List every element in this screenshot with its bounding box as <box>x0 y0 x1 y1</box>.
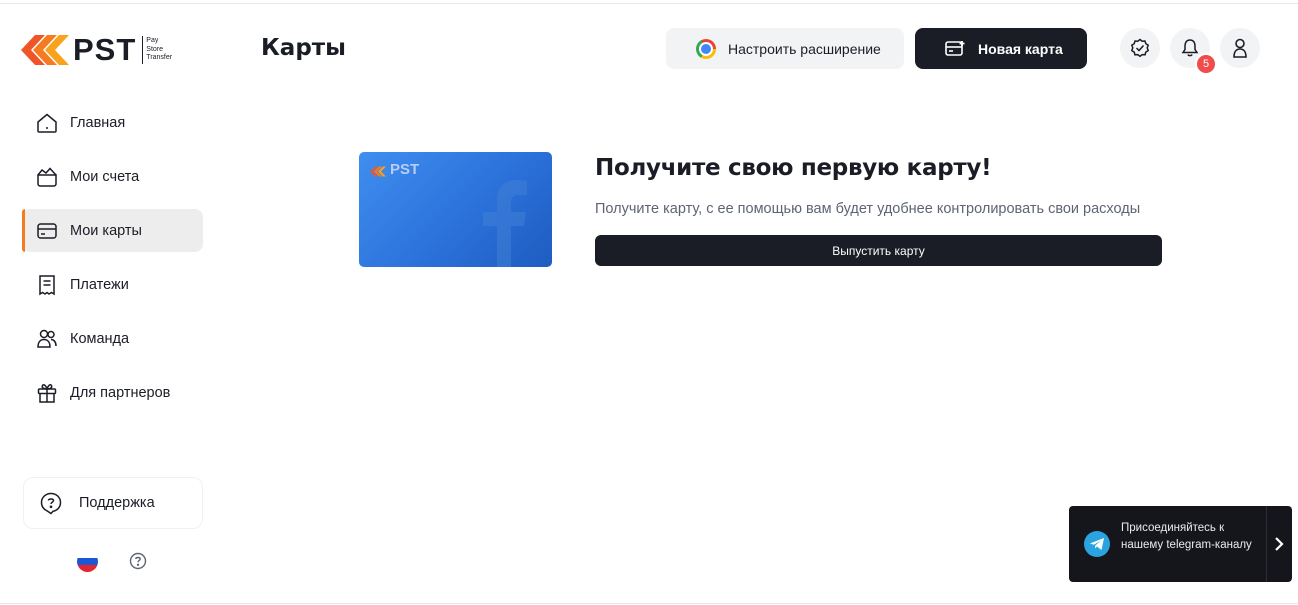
sidebar-item-payments[interactable]: Платежи <box>22 263 203 306</box>
sidebar-item-label: Мои карты <box>70 222 142 239</box>
notification-count-badge: 5 <box>1195 53 1217 75</box>
sidebar-item-label: Платежи <box>70 276 129 293</box>
telegram-widget[interactable]: Присоединяйтесь к нашему telegram-каналу <box>1069 506 1292 582</box>
logo-mark-icon <box>21 33 73 67</box>
telegram-icon <box>1084 531 1110 557</box>
wallet-icon <box>37 166 57 187</box>
sidebar-item-label: Мои счета <box>70 168 140 185</box>
telegram-widget-divider <box>1266 506 1267 582</box>
sidebar: Главная Мои счета Мои карты Платежи Кома… <box>22 101 203 425</box>
tagline-line: Transfer <box>146 54 173 62</box>
card-illustration: PST <box>359 152 552 267</box>
verified-button[interactable] <box>1120 28 1160 68</box>
card-brand-text: PST <box>390 161 420 178</box>
top-divider <box>0 3 1298 4</box>
sidebar-item-partners[interactable]: Для партнеров <box>22 371 203 414</box>
support-label: Поддержка <box>79 495 155 511</box>
sidebar-item-label: Для партнеров <box>70 384 171 401</box>
chrome-icon <box>696 38 716 59</box>
facebook-icon <box>477 180 527 267</box>
receipt-icon <box>39 274 55 295</box>
sidebar-item-team[interactable]: Команда <box>22 317 203 360</box>
telegram-widget-text: Присоединяйтесь к нашему telegram-каналу <box>1121 522 1252 551</box>
configure-extension-label: Настроить расширение <box>728 40 881 57</box>
support-button[interactable]: Поддержка <box>23 477 203 529</box>
tagline-line: Store <box>146 45 164 53</box>
empty-state-title: Получите свою первую карту! <box>595 155 992 181</box>
chevron-right-icon[interactable] <box>1272 534 1286 559</box>
new-card-button[interactable]: Новая карта <box>915 28 1087 69</box>
home-icon <box>37 113 57 133</box>
user-icon <box>1233 38 1247 58</box>
help-icon[interactable] <box>129 552 147 575</box>
add-card-icon <box>945 40 965 56</box>
sidebar-item-cards[interactable]: Мои карты <box>22 209 203 252</box>
sidebar-item-label: Главная <box>70 114 126 131</box>
verified-icon <box>1130 38 1150 58</box>
new-card-label: Новая карта <box>978 40 1063 57</box>
logo-tagline: Pay Store Transfer <box>142 36 172 64</box>
language-flag-ru-icon[interactable] <box>77 551 98 572</box>
profile-button[interactable] <box>1220 28 1260 68</box>
bottom-divider <box>0 603 1298 604</box>
card-logo-mark-icon <box>370 164 388 177</box>
configure-extension-button[interactable]: Настроить расширение <box>666 28 904 69</box>
sidebar-item-accounts[interactable]: Мои счета <box>22 155 203 198</box>
issue-card-button[interactable]: Выпустить карту <box>595 235 1162 266</box>
page-title: Карты <box>261 35 346 61</box>
team-icon <box>37 329 57 348</box>
card-brand: PST <box>370 161 419 178</box>
bell-icon <box>1181 39 1199 57</box>
gift-icon <box>37 383 57 403</box>
sidebar-item-home[interactable]: Главная <box>22 101 203 144</box>
sidebar-item-label: Команда <box>70 330 130 347</box>
empty-state-description: Получите карту, с ее помощью вам будет у… <box>595 201 1141 217</box>
tagline-line: Pay <box>146 37 159 45</box>
logo-text: PST <box>73 32 137 67</box>
card-icon <box>37 222 57 239</box>
logo[interactable]: PST Pay Store Transfer <box>21 33 172 67</box>
support-chat-icon <box>40 492 62 515</box>
